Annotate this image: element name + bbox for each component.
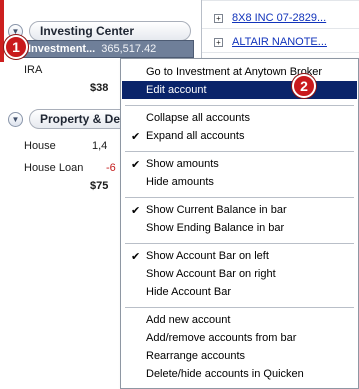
menu-item-hide-account-bar[interactable]: Hide Account Bar: [122, 283, 357, 301]
menu-item-edit-account[interactable]: Edit account: [122, 81, 357, 99]
menu-item-show-ending-balance[interactable]: Show Ending Balance in bar: [122, 219, 357, 237]
ira-balance: $38: [90, 82, 109, 94]
account-name: House Loan: [24, 162, 84, 174]
menu-item-delete-hide-accounts[interactable]: Delete/hide accounts in Quicken: [122, 365, 357, 383]
menu-item-add-new-account[interactable]: Add new account: [122, 311, 357, 329]
check-icon: ✔: [131, 130, 141, 143]
menu-item-show-bar-right[interactable]: Show Account Bar on right: [122, 265, 357, 283]
selected-account-investment[interactable]: Investment... 365,517.42: [22, 40, 194, 58]
account-name: Investment...: [28, 43, 96, 55]
menu-separator: [125, 105, 354, 106]
menu-item-add-remove-accounts[interactable]: Add/remove accounts from bar: [122, 329, 357, 347]
account-balance: 1,4: [92, 140, 108, 152]
menu-item-show-amounts[interactable]: ✔ Show amounts: [122, 155, 357, 173]
account-context-menu: Go to Investment at Anytown Broker Edit …: [120, 58, 359, 389]
step-badge-one: 1: [4, 35, 28, 59]
account-row-house[interactable]: House 1,4: [24, 140, 107, 152]
step-badge-two: 2: [292, 74, 316, 98]
menu-item-rearrange-accounts[interactable]: Rearrange accounts: [122, 347, 357, 365]
expand-plus-icon[interactable]: +: [214, 37, 223, 47]
property-total: $75: [90, 180, 109, 192]
menu-separator: [125, 307, 354, 308]
account-name: House: [24, 140, 56, 152]
menu-item-show-bar-left[interactable]: ✔ Show Account Bar on left: [122, 247, 357, 265]
divider: [202, 52, 359, 53]
investing-center-group[interactable]: ▼ Investing Center: [8, 20, 191, 42]
divider: [202, 28, 359, 29]
menu-separator: [125, 243, 354, 244]
check-icon: ✔: [131, 250, 141, 263]
security-link[interactable]: ALTAIR NANOTE...: [232, 36, 327, 48]
menu-item-hide-amounts[interactable]: Hide amounts: [122, 173, 357, 191]
register-item[interactable]: + 8X8 INC 07-2829...: [214, 9, 326, 27]
menu-item-go-to-investment[interactable]: Go to Investment at Anytown Broker: [122, 63, 357, 81]
menu-item-expand-all[interactable]: ✔ Expand all accounts: [122, 127, 357, 145]
accent-strip: [0, 0, 4, 62]
account-row-ira[interactable]: IRA: [24, 64, 42, 76]
collapse-chevron-icon[interactable]: ▼: [8, 111, 23, 127]
register-item[interactable]: + ALTAIR NANOTE...: [214, 33, 327, 51]
investing-center-label[interactable]: Investing Center: [29, 21, 191, 41]
account-balance: -6: [106, 162, 116, 174]
divider: [202, 0, 359, 1]
account-row-house-loan[interactable]: House Loan -6: [24, 162, 116, 174]
expand-plus-icon[interactable]: +: [214, 13, 223, 23]
account-name: IRA: [24, 64, 43, 76]
menu-separator: [125, 197, 354, 198]
check-icon: ✔: [131, 204, 141, 217]
menu-item-show-current-balance[interactable]: ✔ Show Current Balance in bar: [122, 201, 357, 219]
account-balance: 365,517.42: [101, 43, 157, 55]
check-icon: ✔: [131, 158, 141, 171]
menu-item-collapse-all[interactable]: Collapse all accounts: [122, 109, 357, 127]
register-list: + 8X8 INC 07-2829... + ALTAIR NANOTE...: [201, 0, 359, 60]
security-link[interactable]: 8X8 INC 07-2829...: [232, 12, 326, 24]
menu-separator: [125, 151, 354, 152]
